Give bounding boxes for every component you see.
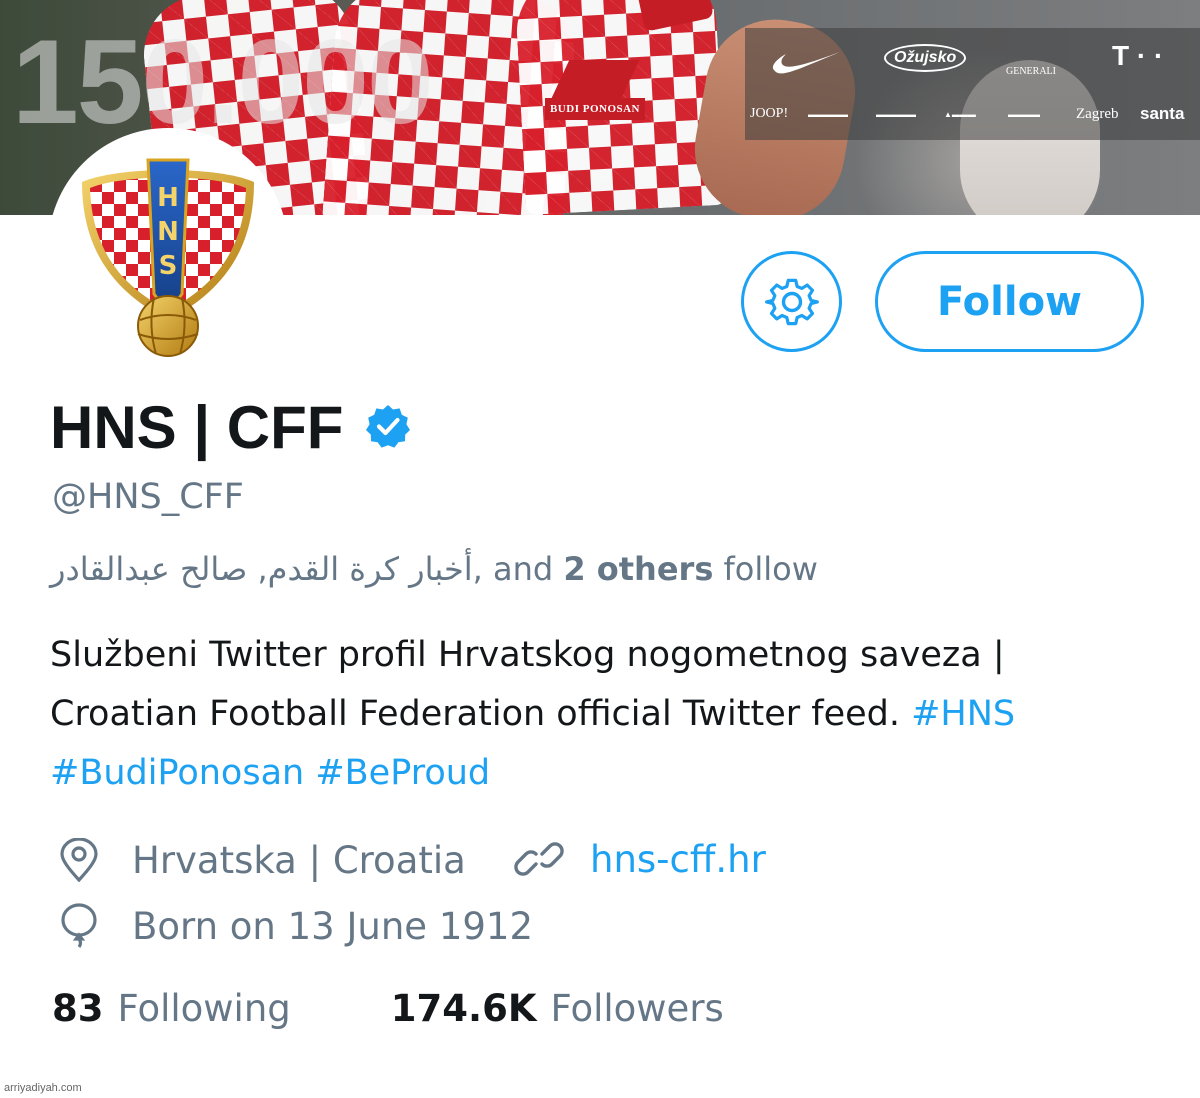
ozujsko-logo: Ožujsko [884,44,967,72]
sponsor-logo-small: ▬▬▬▬▬ [808,110,848,119]
profile-name-row: HNS | CFF [50,398,411,458]
profile-website[interactable]: hns-cff.hr [514,838,766,880]
link-icon [514,838,564,880]
following-label: Following [117,987,291,1030]
display-name: HNS | CFF [50,394,344,461]
followed-by-conjunction: , and [472,550,564,588]
profile-location: Hrvatska | Croatia [58,838,466,882]
sponsor-logo-small: ▬▬▬▬▬ [876,110,916,119]
profile-bio: Službeni Twitter profil Hrvatskog nogome… [50,626,1160,803]
svg-text:N: N [157,217,179,247]
generali-logo: GENERALI [1006,66,1056,77]
sponsor-logo-small: ▲▬▬▬ [944,110,976,119]
gear-icon [764,278,819,325]
svg-text:H: H [157,183,179,213]
following-count: 83 [52,987,104,1030]
source-watermark: arriyadiyah.com [4,1082,82,1094]
followed-by-others[interactable]: 2 others [563,550,713,588]
profile-avatar[interactable]: H N S [48,128,288,368]
santa-logo: santa [1140,104,1185,123]
hashtag-link[interactable]: #BudiPonosan [50,753,304,793]
followed-by-text[interactable]: أخبار كرة القدم, صالح عبدالقادر, and 2 o… [50,550,818,588]
location-text: Hrvatska | Croatia [132,838,466,882]
location-pin-icon [58,838,100,882]
joop-logo: JOOP! [750,106,789,121]
profile-counts: 83 Following 174.6K Followers [52,987,724,1030]
birthdate-text: Born on 13 June 1912 [132,904,533,948]
website-link[interactable]: hns-cff.hr [590,841,766,878]
hashtag-link[interactable]: #BeProud [315,753,490,793]
following-count-link[interactable]: 83 Following [52,987,291,1030]
zagreb-logo: Zagreb [1076,106,1119,122]
followed-by-names[interactable]: أخبار كرة القدم, صالح عبدالقادر [50,550,473,588]
profile-birthdate: Born on 13 June 1912 [58,903,533,949]
banner-big-number: 150.000 [12,15,434,149]
hashtag-link[interactable]: #HNS [911,694,1015,734]
profile-handle[interactable]: @HNS_CFF [52,476,244,518]
hns-crest-icon: H N S [82,158,254,357]
followers-count-link[interactable]: 174.6K Followers [391,987,724,1030]
followed-by-suffix: follow [713,550,818,588]
followers-count: 174.6K [390,987,537,1030]
bio-text: Službeni Twitter profil Hrvatskog nogome… [50,635,1005,734]
settings-button[interactable] [741,251,842,352]
banner-slogan-badge: BUDI PONOSAN [545,98,645,120]
followers-label: Followers [550,987,724,1030]
verified-badge-icon [366,405,411,448]
sponsor-logo-small: ▬▬▬▬ [1008,110,1040,119]
balloon-icon [58,903,100,949]
nike-logo-icon [772,48,842,81]
telekom-logo: T · · [1112,40,1164,71]
svg-text:S: S [159,251,178,281]
follow-button[interactable]: Follow [875,251,1144,352]
